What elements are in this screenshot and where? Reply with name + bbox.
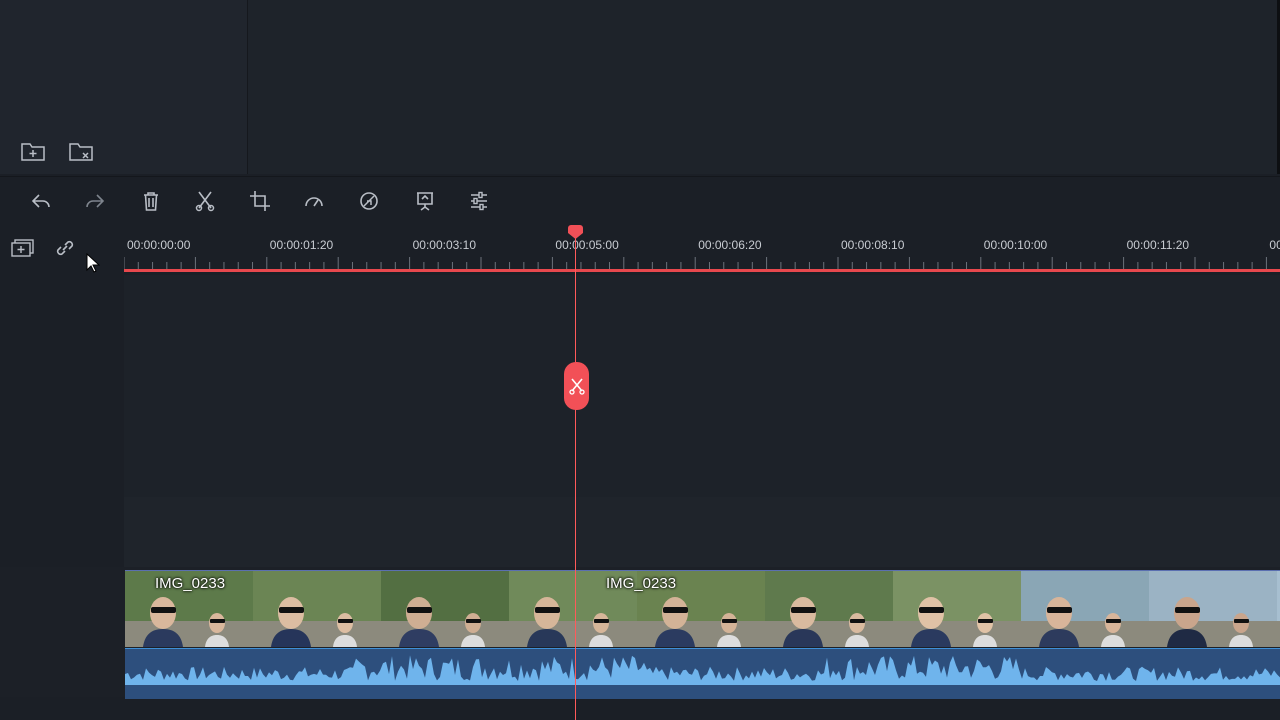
undo-button[interactable] [29, 189, 53, 213]
clip-thumbnail [893, 571, 1021, 647]
timeline: 1 00:00:00:0000:00:01:2000:00:03:1000:00… [0, 225, 1280, 720]
crop-icon [250, 191, 270, 211]
video-clip[interactable]: IMG_0233 IMG_0233 [125, 570, 1280, 647]
color-icon [360, 192, 378, 210]
ruler-time-label: 00 [1269, 238, 1280, 252]
delete-button[interactable] [139, 189, 163, 213]
time-ruler[interactable]: 00:00:00:00 00:00:01:20 00:00:03:10 00:00:0… [124, 225, 1280, 273]
media-library-panel [0, 0, 248, 174]
undo-icon [31, 194, 50, 208]
redo-button[interactable] [83, 189, 107, 213]
speed-icon [305, 197, 323, 207]
ruler-time-label: 00:00:08:10 [841, 238, 905, 252]
clip-thumbnail [253, 571, 381, 647]
ruler-progress-line [124, 269, 1280, 272]
link-button[interactable] [53, 237, 77, 259]
add-folder-icon [21, 143, 45, 161]
presentation-icon [417, 192, 433, 211]
adjust-icon [471, 191, 487, 211]
redo-icon [86, 194, 105, 208]
ruler-time-label: 00:00:05:00 [555, 238, 619, 252]
ruler-time-label: 00:00:06:20 [698, 238, 762, 252]
split-button[interactable] [193, 189, 217, 213]
link-icon [56, 240, 74, 256]
clip-name: IMG_0233 [606, 575, 677, 592]
playhead-line [575, 225, 576, 720]
timeline-toolbar [0, 176, 1280, 226]
clip-thumbnail [1021, 571, 1149, 647]
clip-thumbnail [381, 571, 509, 647]
clip-thumbnail [765, 571, 893, 647]
waveform-shape [125, 655, 1280, 685]
playhead-handle[interactable] [567, 225, 584, 239]
waveform-graphic [125, 655, 1280, 685]
scissors-icon [568, 378, 585, 395]
audio-waveform[interactable] [125, 648, 1280, 699]
empty-track-area[interactable] [124, 275, 1280, 497]
color-button[interactable] [357, 189, 381, 213]
remove-folder-icon [69, 143, 93, 161]
ruler-time-label: 00:00:03:10 [412, 238, 476, 252]
ruler-time-label: 00:00:10:00 [983, 238, 1048, 252]
adjust-button[interactable] [467, 189, 491, 213]
clip-thumbnail [1149, 571, 1277, 647]
scissors-icon [195, 191, 215, 212]
add-track-button[interactable] [10, 237, 36, 259]
clip-name: IMG_0233 [155, 575, 226, 592]
split-marker[interactable] [564, 362, 589, 410]
ruler-time-label: 00:00:01:20 [269, 238, 334, 252]
ruler-time-label: 00:00:00:00 [127, 238, 191, 252]
add-folder-button[interactable] [19, 137, 47, 165]
add-track-icon [11, 239, 34, 257]
remove-folder-button[interactable] [67, 137, 95, 165]
ruler-time-label: 00:00:11:20 [1126, 238, 1190, 252]
trash-icon [144, 192, 158, 211]
speed-button[interactable] [302, 189, 326, 213]
preview-panel [248, 0, 1280, 174]
mouse-cursor-icon [86, 253, 100, 273]
empty-track-area-lower[interactable] [124, 497, 1280, 567]
crop-button[interactable] [248, 189, 272, 213]
presentation-button[interactable] [413, 189, 437, 213]
